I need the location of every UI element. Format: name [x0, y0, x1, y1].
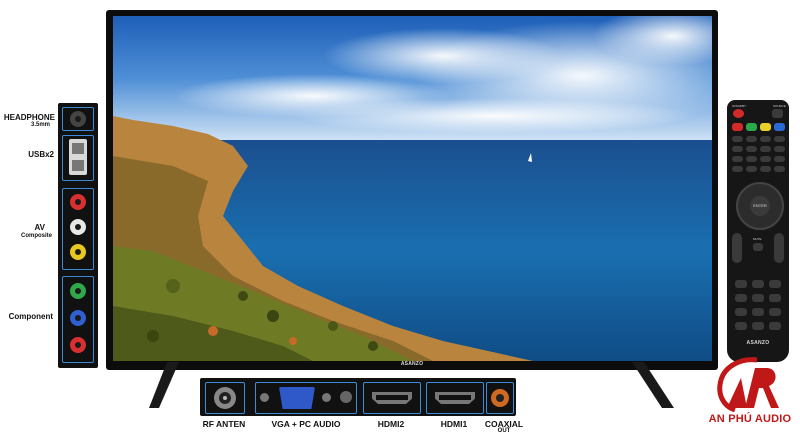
- logo-text: AN PHÚ AUDIO: [708, 413, 792, 425]
- vga-port-frame: [255, 382, 357, 414]
- remote-func-button[interactable]: [760, 136, 771, 142]
- component-port-frame: [62, 276, 94, 363]
- tv-screen-landscape: [113, 16, 712, 361]
- seascape-image: [113, 16, 712, 361]
- remote-control: STANDBY SOURCE ENTER VOL MUTE CH ASANZO: [727, 100, 789, 362]
- headphone-port-frame: [62, 107, 94, 131]
- av-yellow-jack: [70, 244, 86, 260]
- remote-func-button[interactable]: [774, 156, 785, 162]
- remote-func-button[interactable]: [732, 166, 743, 172]
- hdmi2-label: HDMI2: [377, 419, 405, 429]
- remote-extra-button[interactable]: [735, 322, 747, 330]
- av-port-frame: [62, 188, 94, 270]
- digit-0-button[interactable]: [752, 322, 764, 330]
- av-composite-label: Composite: [20, 233, 52, 239]
- coaxial-out-label: OUT: [497, 428, 511, 434]
- av-label: AV: [34, 223, 45, 232]
- vga-connector: [279, 387, 315, 409]
- remote-extra-button[interactable]: [769, 322, 781, 330]
- blue-key[interactable]: [774, 123, 785, 131]
- remote-func-button[interactable]: [746, 166, 757, 172]
- hdmi2-connector: [372, 392, 412, 404]
- remote-func-button[interactable]: [760, 166, 771, 172]
- remote-func-button[interactable]: [760, 156, 771, 162]
- headphone-jack: [70, 111, 86, 127]
- digit-1-button[interactable]: [735, 280, 747, 288]
- bottom-io-panel: [200, 378, 516, 416]
- tv-stand-left: [149, 362, 179, 408]
- av-red-jack: [70, 194, 86, 210]
- headphone-size-label: 3.5mm: [30, 122, 50, 128]
- usb-port-frame: [62, 135, 94, 181]
- hdmi1-connector: [435, 392, 475, 404]
- component-green-jack: [70, 283, 86, 299]
- remote-func-button[interactable]: [746, 156, 757, 162]
- mute-button[interactable]: [753, 243, 763, 251]
- hdmi1-port-frame: [426, 382, 484, 414]
- side-io-panel: [58, 103, 98, 368]
- remote-func-button[interactable]: [746, 136, 757, 142]
- rf-connector: [214, 387, 236, 409]
- digit-2-button[interactable]: [752, 280, 764, 288]
- green-key[interactable]: [746, 123, 757, 131]
- remote-brand-logo: ASANZO: [746, 340, 770, 346]
- remote-func-button[interactable]: [774, 136, 785, 142]
- digit-9-button[interactable]: [769, 308, 781, 316]
- digit-8-button[interactable]: [752, 308, 764, 316]
- usb-label: USBx2: [28, 150, 54, 159]
- yellow-key[interactable]: [760, 123, 771, 131]
- digit-5-button[interactable]: [752, 294, 764, 302]
- mute-label: MUTE: [753, 237, 762, 241]
- enter-button[interactable]: ENTER: [750, 196, 770, 216]
- digit-7-button[interactable]: [735, 308, 747, 316]
- component-red-jack: [70, 337, 86, 353]
- rf-port-frame: [205, 382, 245, 414]
- remote-func-button[interactable]: [732, 146, 743, 152]
- channel-rocker[interactable]: [774, 233, 784, 263]
- rf-antenna-label: RF ANTEN: [202, 419, 246, 429]
- vga-label: VGA + PC AUDIO: [271, 419, 341, 429]
- coaxial-port-frame: [486, 382, 514, 414]
- digit-6-button[interactable]: [769, 294, 781, 302]
- power-button[interactable]: [733, 109, 744, 118]
- red-key[interactable]: [732, 123, 743, 131]
- remote-func-button[interactable]: [732, 156, 743, 162]
- tv-stand-right: [632, 362, 674, 408]
- remote-standby-label: STANDBY: [732, 104, 746, 108]
- headphone-label: HEADPHONE: [3, 113, 55, 122]
- pc-audio-jack: [340, 391, 352, 403]
- dpad[interactable]: ENTER: [736, 182, 784, 230]
- digit-3-button[interactable]: [769, 280, 781, 288]
- usb-ports: [69, 139, 87, 175]
- component-label: Component: [8, 312, 53, 321]
- remote-source-label: SOURCE: [773, 104, 786, 108]
- digit-4-button[interactable]: [735, 294, 747, 302]
- volume-rocker[interactable]: [732, 233, 742, 263]
- hdmi1-label: HDMI1: [440, 419, 468, 429]
- hdmi2-port-frame: [363, 382, 421, 414]
- remote-func-button[interactable]: [732, 136, 743, 142]
- component-blue-jack: [70, 310, 86, 326]
- remote-func-button[interactable]: [774, 146, 785, 152]
- source-button[interactable]: [772, 109, 783, 118]
- remote-func-button[interactable]: [746, 146, 757, 152]
- remote-func-button[interactable]: [760, 146, 771, 152]
- av-white-jack: [70, 219, 86, 235]
- coaxial-connector: [491, 389, 509, 407]
- tv-brand-logo: ASANZO: [400, 361, 424, 367]
- remote-func-button[interactable]: [774, 166, 785, 172]
- an-phu-audio-logo-icon: [717, 357, 779, 412]
